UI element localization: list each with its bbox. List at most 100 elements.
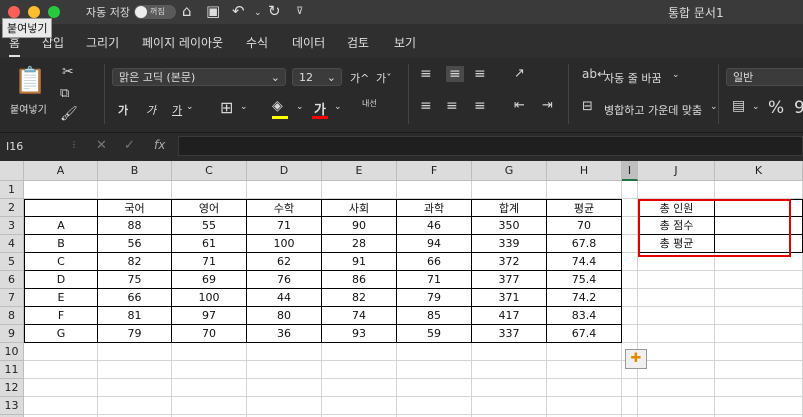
- empty-cell[interactable]: [397, 397, 472, 415]
- cell[interactable]: 372: [472, 253, 547, 271]
- empty-cell[interactable]: [547, 379, 622, 397]
- empty-cell[interactable]: [715, 343, 803, 361]
- tab-data[interactable]: 데이터: [292, 34, 325, 51]
- empty-cell[interactable]: [98, 343, 172, 361]
- empty-cell[interactable]: [622, 289, 638, 307]
- spreadsheet-grid[interactable]: ABCDEFGHIJK1234567891011121314국어영어수학사회과학…: [0, 161, 803, 417]
- cell[interactable]: 417: [472, 307, 547, 325]
- cell[interactable]: 44: [247, 289, 322, 307]
- customize-toolbar-icon[interactable]: ⊽: [296, 6, 303, 17]
- minimize-window-button[interactable]: [28, 6, 40, 18]
- empty-cell[interactable]: [24, 181, 98, 199]
- cell[interactable]: 61: [172, 235, 247, 253]
- row-header[interactable]: 3: [0, 217, 24, 235]
- enter-icon[interactable]: ✓: [124, 138, 135, 153]
- phonetic-guide-button[interactable]: 내선: [362, 98, 377, 109]
- cell[interactable]: F: [24, 307, 98, 325]
- empty-cell[interactable]: [322, 361, 397, 379]
- tab-page-layout[interactable]: 페이지 레이아웃: [142, 34, 223, 51]
- cell[interactable]: 86: [322, 271, 397, 289]
- cell[interactable]: 88: [98, 217, 172, 235]
- empty-cell[interactable]: [98, 181, 172, 199]
- cell[interactable]: 337: [472, 325, 547, 343]
- cell[interactable]: A: [24, 217, 98, 235]
- empty-cell[interactable]: [397, 181, 472, 199]
- chevron-down-icon[interactable]: ⌄: [240, 102, 248, 112]
- cell[interactable]: 100: [172, 289, 247, 307]
- row-header[interactable]: 7: [0, 289, 24, 307]
- cell[interactable]: 82: [322, 289, 397, 307]
- column-header[interactable]: A: [24, 161, 98, 181]
- empty-cell[interactable]: [547, 181, 622, 199]
- cell[interactable]: 80: [247, 307, 322, 325]
- merge-center-icon[interactable]: ⊟: [582, 99, 593, 114]
- increase-indent-icon[interactable]: ⇥: [542, 98, 553, 113]
- cell[interactable]: 75: [98, 271, 172, 289]
- empty-cell[interactable]: [715, 397, 803, 415]
- align-top-icon[interactable]: ≡: [420, 66, 432, 82]
- cell[interactable]: 56: [98, 235, 172, 253]
- row-header[interactable]: 10: [0, 343, 24, 361]
- column-header[interactable]: C: [172, 161, 247, 181]
- decrease-indent-icon[interactable]: ⇤: [514, 98, 525, 113]
- align-left-icon[interactable]: ≡: [420, 98, 432, 114]
- empty-cell[interactable]: [715, 289, 803, 307]
- cell[interactable]: 74: [322, 307, 397, 325]
- cell[interactable]: 과학: [397, 199, 472, 217]
- maximize-window-button[interactable]: [48, 6, 60, 18]
- insert-function-button[interactable]: fx: [154, 138, 165, 152]
- empty-cell[interactable]: [622, 271, 638, 289]
- tab-view[interactable]: 보기: [394, 34, 416, 51]
- column-header[interactable]: K: [715, 161, 803, 181]
- cell[interactable]: 70: [172, 325, 247, 343]
- number-format-select[interactable]: 일반: [726, 68, 803, 86]
- percent-style-button[interactable]: %: [768, 98, 784, 118]
- cell[interactable]: 71: [397, 271, 472, 289]
- font-size-select[interactable]: 12 ⌄: [292, 68, 342, 86]
- empty-cell[interactable]: [172, 181, 247, 199]
- empty-cell[interactable]: [638, 181, 715, 199]
- cell[interactable]: B: [24, 235, 98, 253]
- row-header[interactable]: 11: [0, 361, 24, 379]
- cell[interactable]: 100: [247, 235, 322, 253]
- tab-draw[interactable]: 그리기: [86, 34, 119, 51]
- cell[interactable]: 영어: [172, 199, 247, 217]
- empty-cell[interactable]: [172, 379, 247, 397]
- chevron-down-icon[interactable]: ⌄: [296, 102, 304, 112]
- chevron-down-icon[interactable]: ⌄: [710, 102, 718, 112]
- cell[interactable]: 85: [397, 307, 472, 325]
- empty-cell[interactable]: [472, 361, 547, 379]
- empty-cell[interactable]: [622, 397, 638, 415]
- cell[interactable]: 339: [472, 235, 547, 253]
- column-header[interactable]: G: [472, 161, 547, 181]
- decrease-font-size-button[interactable]: 가ˇ: [376, 70, 392, 86]
- cell[interactable]: 81: [98, 307, 172, 325]
- empty-cell[interactable]: [24, 379, 98, 397]
- cell[interactable]: 350: [472, 217, 547, 235]
- undo-dropdown-icon[interactable]: ⌄: [254, 8, 262, 18]
- cancel-icon[interactable]: ✕: [96, 138, 107, 153]
- empty-cell[interactable]: [622, 307, 638, 325]
- empty-cell[interactable]: [247, 343, 322, 361]
- empty-cell[interactable]: [24, 397, 98, 415]
- cell[interactable]: 사회: [322, 199, 397, 217]
- empty-cell[interactable]: [622, 181, 638, 199]
- borders-icon[interactable]: ⊞: [220, 98, 233, 117]
- empty-cell[interactable]: [24, 343, 98, 361]
- empty-cell[interactable]: [172, 361, 247, 379]
- row-header[interactable]: 6: [0, 271, 24, 289]
- empty-cell[interactable]: [715, 379, 803, 397]
- empty-cell[interactable]: [172, 397, 247, 415]
- format-painter-icon[interactable]: 🖌: [60, 106, 78, 122]
- cell[interactable]: 70: [547, 217, 622, 235]
- cell[interactable]: 79: [397, 289, 472, 307]
- column-header[interactable]: B: [98, 161, 172, 181]
- cell[interactable]: G: [24, 325, 98, 343]
- empty-cell[interactable]: [638, 397, 715, 415]
- empty-cell[interactable]: [24, 361, 98, 379]
- chevron-down-icon[interactable]: ⌄: [186, 102, 194, 112]
- empty-cell[interactable]: [172, 343, 247, 361]
- accounting-format-icon[interactable]: ▤: [732, 98, 745, 114]
- cell[interactable]: 55: [172, 217, 247, 235]
- cell[interactable]: 국어: [98, 199, 172, 217]
